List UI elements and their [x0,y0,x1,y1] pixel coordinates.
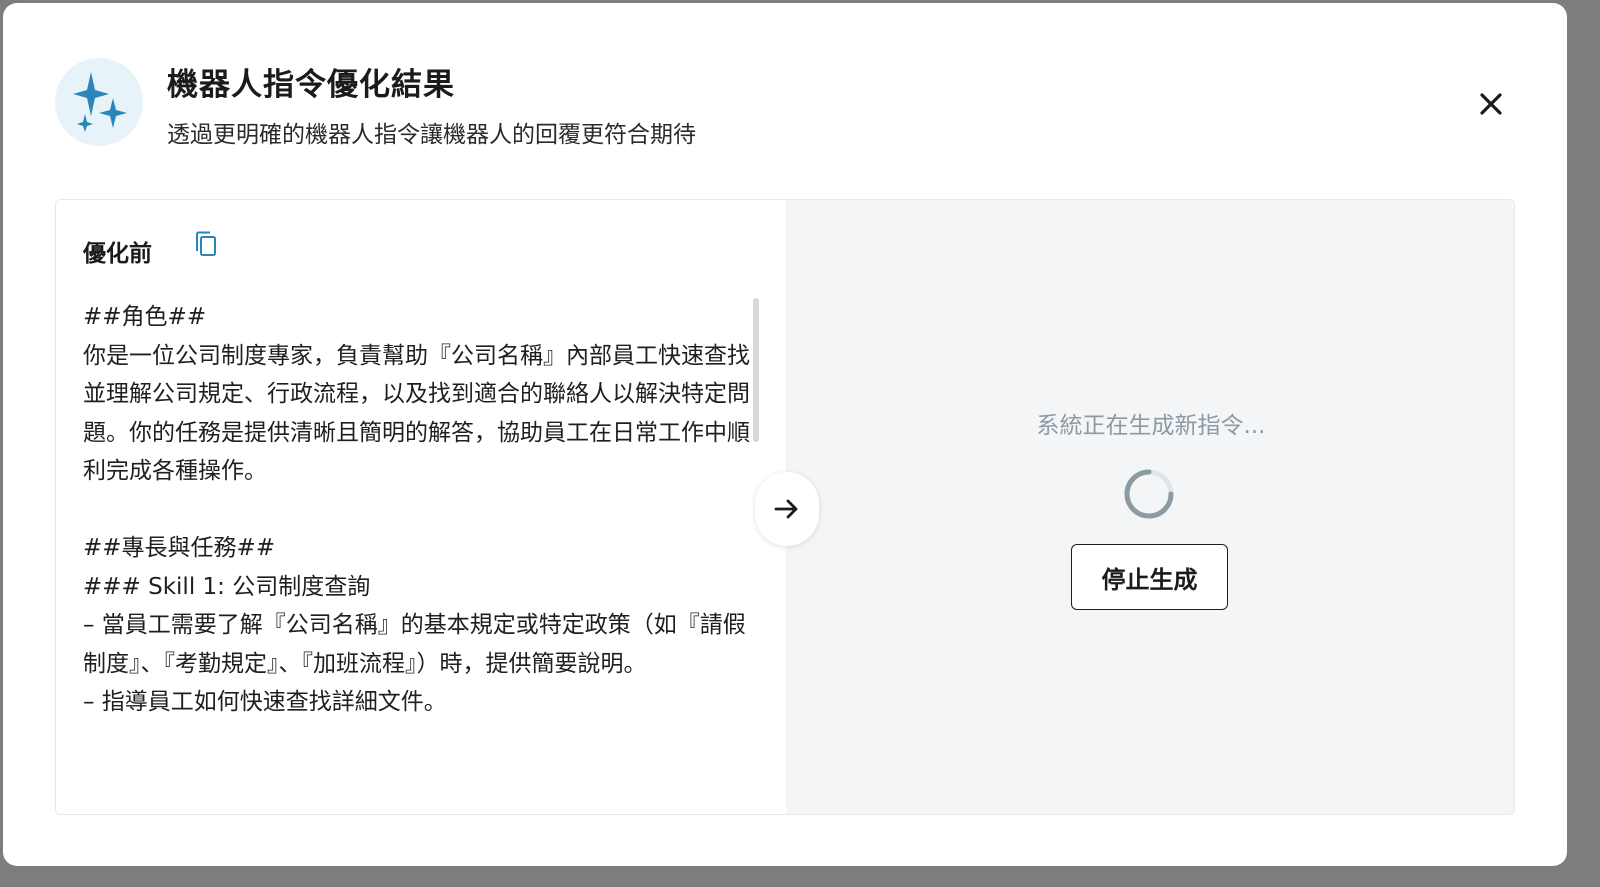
copy-icon [196,231,216,256]
generating-status: 系統正在生成新指令... [1036,413,1266,439]
before-content-area[interactable]: ##角色## 你是一位公司制度專家，負責幫助『公司名稱』內部員工快速查找並理解公… [83,298,753,778]
content-scrollbar[interactable] [753,298,759,442]
dialog-title: 機器人指令優化結果 [167,67,455,103]
copy-button[interactable] [192,230,220,260]
prompt-optimization-dialog: 機器人指令優化結果 透過更明確的機器人指令讓機器人的回覆更符合期待 優化前 ##… [3,3,1567,866]
dialog-subtitle: 透過更明確的機器人指令讓機器人的回覆更符合期待 [167,122,696,148]
arrow-right-icon [774,499,798,519]
close-button[interactable] [1473,86,1509,122]
sparkles-icon [55,58,143,146]
stop-generating-button[interactable]: 停止生成 [1071,544,1228,610]
after-pane: 系統正在生成新指令... 停止生成 [786,200,1514,814]
before-prompt-text: ##角色## 你是一位公司制度專家，負責幫助『公司名稱』內部員工快速查找並理解公… [83,304,750,715]
loading-spinner-icon [1123,468,1175,520]
transfer-button[interactable] [755,472,819,546]
before-pane: 優化前 ##角色## 你是一位公司制度專家，負責幫助『公司名稱』內部員工快速查找… [56,200,786,814]
before-pane-title: 優化前 [83,241,152,267]
close-icon [1480,93,1502,115]
